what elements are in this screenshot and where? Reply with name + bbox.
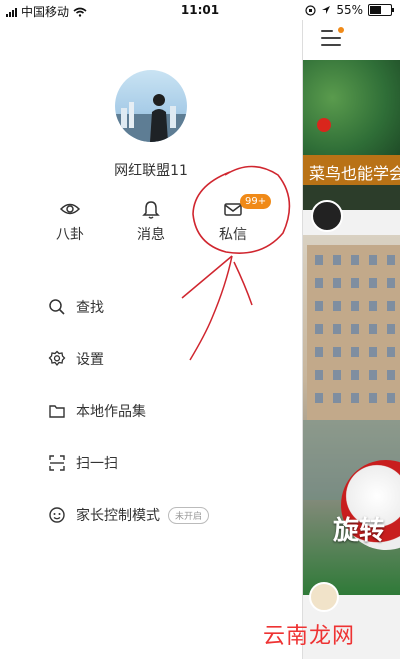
- menu-item-search[interactable]: 查找: [48, 297, 104, 317]
- avatar-photo: [115, 94, 187, 142]
- video-card[interactable]: 菜鸟也能学会: [303, 60, 400, 210]
- menu-item-parental-control[interactable]: 家长控制模式 未开启: [48, 505, 210, 525]
- scan-icon: [49, 455, 65, 471]
- building-window: [369, 324, 377, 334]
- building-window: [315, 278, 323, 288]
- menu-icon[interactable]: [321, 27, 344, 48]
- quick-action-label: 消息: [137, 227, 165, 243]
- building-window: [387, 347, 395, 357]
- avatar[interactable]: [115, 70, 187, 142]
- building-window: [315, 393, 323, 403]
- eye-icon: [59, 203, 81, 215]
- menu-item-label: 扫一扫: [76, 456, 118, 472]
- feed-peek[interactable]: 菜鸟也能学会 旋转: [302, 20, 400, 659]
- building-window: [351, 347, 359, 357]
- building-window: [369, 347, 377, 357]
- feed-header: [303, 20, 400, 60]
- search-icon: [49, 299, 65, 315]
- video-title: 菜鸟也能学会: [309, 164, 400, 183]
- building-window: [351, 324, 359, 334]
- status-tag: 未开启: [168, 506, 210, 524]
- video-thumbnail: [303, 60, 400, 155]
- side-drawer: 网红联盟11 八卦 消息 99+ 私信 查找 设置 本地作品集 扫一扫 家长控制…: [0, 20, 302, 659]
- location-icon: [322, 6, 331, 14]
- building-window: [387, 370, 395, 380]
- quick-action-private-messages[interactable]: 99+ 私信: [203, 194, 272, 244]
- unread-badge: 99+: [240, 194, 272, 209]
- gear-icon: [48, 350, 66, 367]
- building-window: [333, 347, 341, 357]
- video-thumbnail: [307, 245, 400, 420]
- menu-item-settings[interactable]: 设置: [48, 349, 104, 369]
- status-right: 55%: [305, 3, 394, 17]
- bell-icon: [142, 201, 160, 219]
- building-window: [351, 278, 359, 288]
- parental-icon: [49, 507, 65, 523]
- building-window: [315, 370, 323, 380]
- quick-action-label: 八卦: [56, 227, 84, 243]
- building-window: [351, 393, 359, 403]
- quick-action-label: 私信: [219, 227, 247, 243]
- author-avatar[interactable]: [309, 582, 339, 612]
- building-window: [387, 278, 395, 288]
- building-window: [369, 301, 377, 311]
- menu-item-label: 家长控制模式: [76, 508, 160, 524]
- building-window: [315, 347, 323, 357]
- battery-percent: 55%: [336, 3, 363, 17]
- menu-item-label: 查找: [76, 300, 104, 316]
- video-caption: 旋转: [333, 516, 386, 546]
- quick-action-gossip[interactable]: 八卦: [40, 198, 100, 244]
- menu-item-label: 设置: [76, 352, 104, 368]
- building-window: [351, 301, 359, 311]
- building-window: [315, 324, 323, 334]
- building-window: [333, 393, 341, 403]
- building-window: [333, 301, 341, 311]
- thumbnail-detail: [317, 118, 331, 132]
- building-window: [333, 324, 341, 334]
- building-window: [387, 393, 395, 403]
- notification-dot: [338, 27, 344, 33]
- building-window: [387, 324, 395, 334]
- building-window: [369, 370, 377, 380]
- building-window: [315, 255, 323, 265]
- building-window: [387, 301, 395, 311]
- quick-action-messages[interactable]: 消息: [121, 198, 181, 244]
- menu-item-label: 本地作品集: [76, 404, 146, 420]
- building-window: [351, 370, 359, 380]
- username[interactable]: 网红联盟11: [0, 160, 302, 180]
- menu-item-local-works[interactable]: 本地作品集: [48, 401, 146, 421]
- building-window: [333, 255, 341, 265]
- menu-item-scan[interactable]: 扫一扫: [48, 453, 118, 473]
- folder-icon: [49, 405, 65, 418]
- building-window: [369, 393, 377, 403]
- building-window: [387, 255, 395, 265]
- orientation-lock-icon: [305, 4, 316, 16]
- building-window: [351, 255, 359, 265]
- watermark: 云南龙网: [263, 624, 356, 649]
- building-window: [369, 278, 377, 288]
- building-window: [333, 370, 341, 380]
- building-window: [333, 278, 341, 288]
- battery-icon: [368, 4, 394, 16]
- author-avatar[interactable]: [311, 200, 343, 232]
- status-bar: 中国移动 11:01 55%: [0, 0, 400, 20]
- building-window: [315, 301, 323, 311]
- building-window: [369, 255, 377, 265]
- video-card[interactable]: 旋转: [303, 235, 400, 595]
